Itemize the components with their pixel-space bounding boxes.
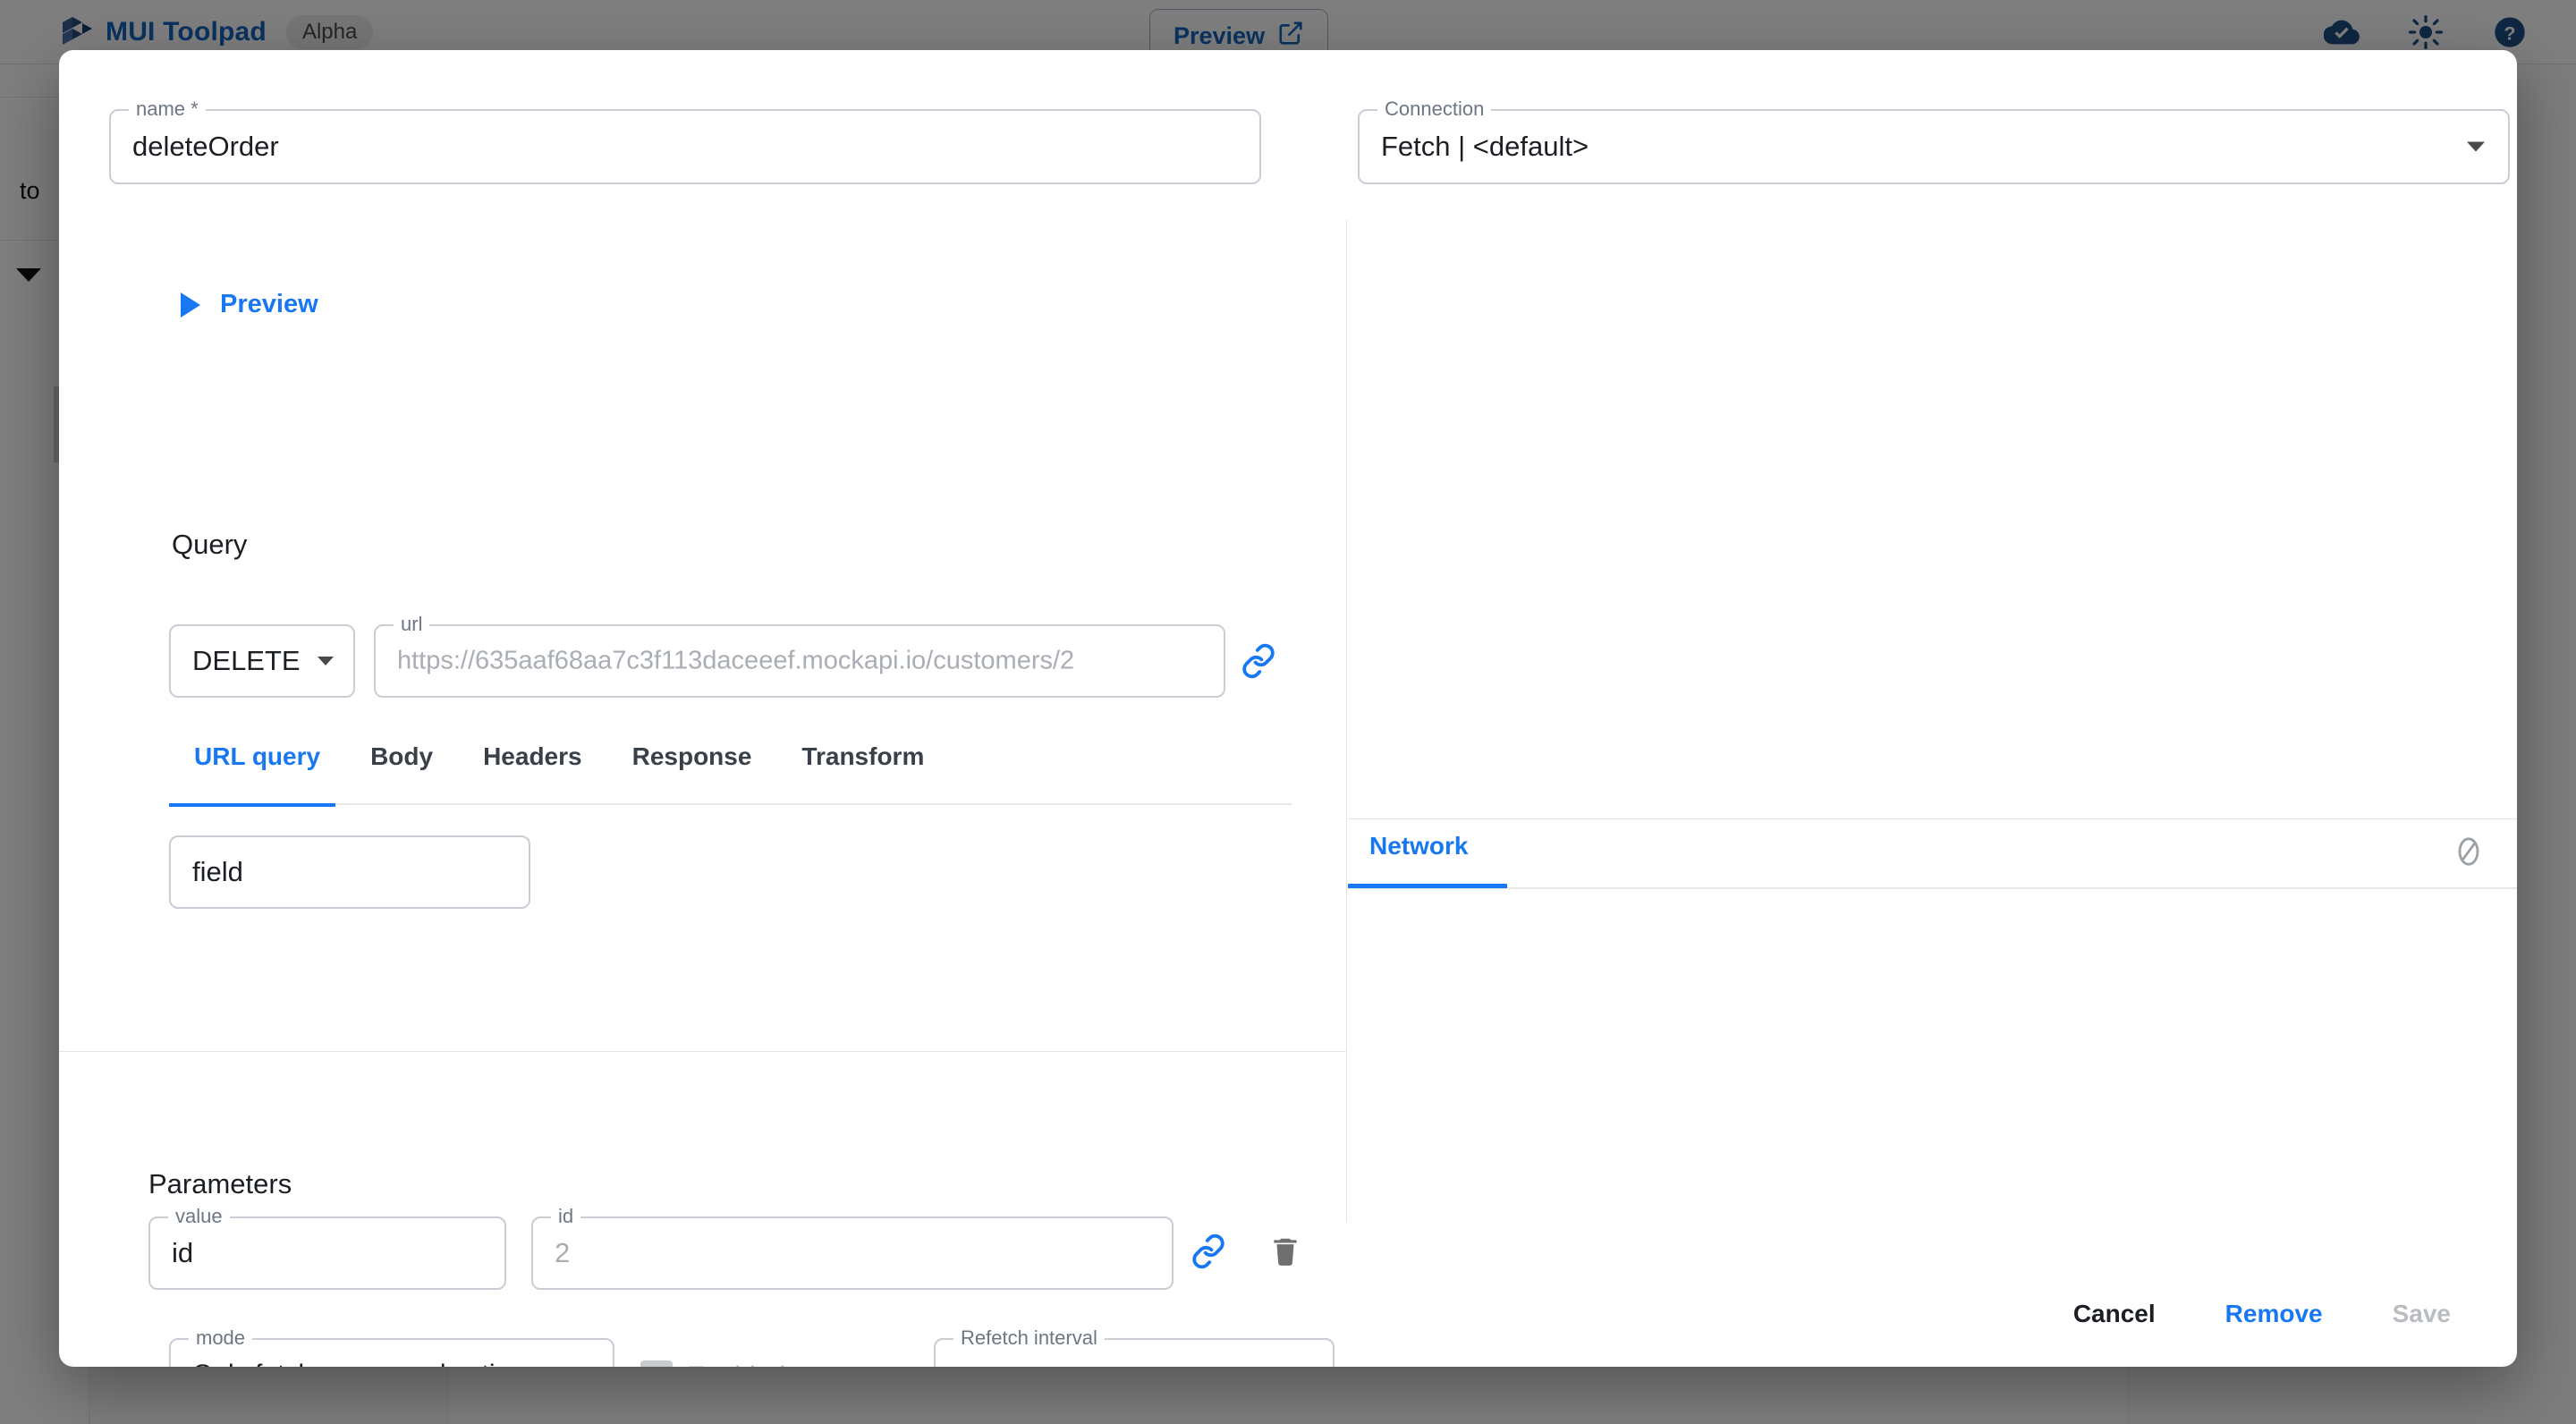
query-result-preview [1348,220,2517,819]
active-tab-indicator [169,803,335,807]
cancel-button[interactable]: Cancel [2046,1287,2182,1341]
preview-toggle-label: Preview [220,290,318,319]
save-button: Save [2366,1287,2478,1341]
name-field-label: name * [129,97,206,121]
network-tabbar: Network [1348,819,2517,889]
dialog-left-pane: Preview Query DELETE url https://635aaf6… [59,220,1347,1222]
chevron-down-icon [318,657,334,665]
url-field-placeholder: https://635aaf68aa7c3f113daceeef.mockapi… [397,647,1074,676]
link-icon [1241,643,1276,683]
triangle-right-icon [181,292,200,318]
parameters-heading: Parameters [148,1168,292,1200]
dialog-right-pane: Network [1348,220,2517,1365]
name-field-value: deleteOrder [132,131,279,163]
urlquery-field-input[interactable]: field [169,835,530,909]
url-bind-button[interactable] [1238,642,1279,683]
tab-response[interactable]: Response [607,737,777,791]
network-tab-indicator [1348,884,1507,888]
chevron-down-icon [2467,142,2485,152]
param-id-label: id [551,1205,580,1228]
query-tabs: URL query Body Headers Response Transfor… [169,737,1292,805]
tab-body[interactable]: Body [345,737,458,791]
connection-select-label: Connection [1377,97,1491,121]
connection-select-value: Fetch | <default> [1381,131,1589,163]
dialog-footer: Cancel Remove Save [59,1261,2517,1367]
connection-select[interactable]: Connection Fetch | <default> [1358,109,2510,184]
url-field[interactable]: url https://635aaf68aa7c3f113daceeef.moc… [374,624,1225,698]
tab-transform[interactable]: Transform [776,737,949,791]
tab-network[interactable]: Network [1348,832,1489,860]
dialog-header: name * deleteOrder Connection Fetch | <d… [59,50,2517,220]
network-clear-button[interactable] [2451,834,2487,874]
query-editor-dialog: name * deleteOrder Connection Fetch | <d… [59,50,2517,1367]
param-value-label: value [168,1205,230,1228]
http-method-select[interactable]: DELETE [169,624,355,698]
url-field-label: url [394,613,429,636]
urlquery-field-value: field [192,856,243,888]
name-field[interactable]: name * deleteOrder [109,109,1261,184]
query-config-area: Preview Query DELETE url https://635aaf6… [59,220,1346,1052]
tab-url-query[interactable]: URL query [169,737,345,791]
preview-toggle[interactable]: Preview [181,290,318,319]
remove-button[interactable]: Remove [2199,1287,2350,1341]
tab-headers[interactable]: Headers [458,737,607,791]
http-method-value: DELETE [192,645,301,677]
query-heading: Query [172,529,247,561]
